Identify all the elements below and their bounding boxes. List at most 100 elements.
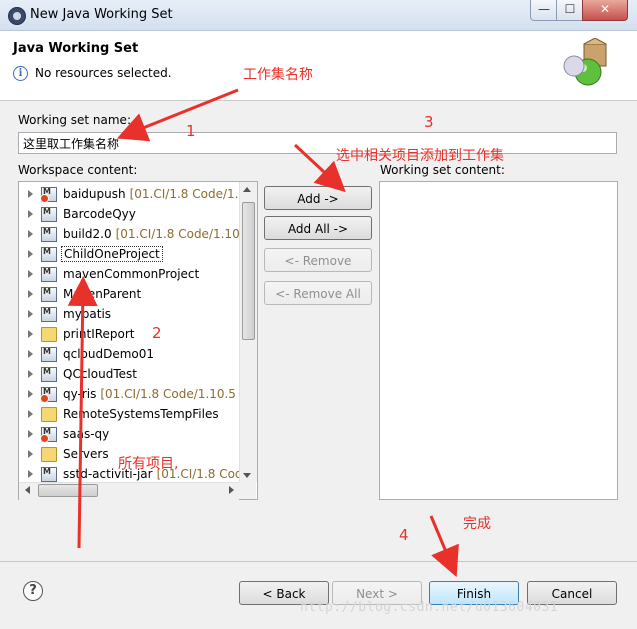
eclipse-icon [8, 7, 26, 25]
tree-item-label: mybatis [63, 307, 111, 321]
tree-item-label: Servers [63, 447, 109, 461]
annotation-1-number: 1 [186, 122, 196, 140]
tree-item[interactable]: BarcodeQyy [19, 205, 241, 225]
tree-item[interactable]: ChildOneProject [19, 245, 241, 265]
expand-arrow-icon[interactable] [28, 370, 33, 378]
project-name: saas-qy [63, 427, 110, 441]
project-icon [41, 207, 57, 222]
project-icon [41, 267, 57, 282]
project-name: mavenCommonProject [63, 267, 200, 281]
annotation-4-number: 4 [399, 526, 409, 544]
annotation-2-text: 所有项目, [118, 456, 179, 472]
tree-item[interactable]: mybatis [19, 305, 241, 325]
workspace-content-label: Workspace content: [18, 163, 138, 177]
expand-arrow-icon[interactable] [28, 270, 33, 278]
remove-button[interactable]: <- Remove [264, 248, 372, 272]
info-icon: i [13, 66, 28, 81]
annotation-1-text: 工作集名称 [243, 67, 313, 83]
add-all-button[interactable]: Add All -> [264, 216, 372, 240]
tree-item-label: build2.0 [01.CI/1.8 Code/1.10.5 [63, 227, 251, 241]
annotation-4-text: 完成 [463, 516, 491, 532]
tree-item-label: saas-qy [63, 427, 109, 441]
project-icon [41, 307, 57, 322]
project-decoration: [01.CI/1.8 Code/1.1 [129, 187, 247, 201]
working-set-banner-icon [563, 38, 607, 86]
project-name: ChildOneProject [64, 247, 160, 261]
tree-item[interactable]: RemoteSystemsTempFiles [19, 405, 241, 425]
tree-item[interactable]: mavenCommonProject [19, 265, 241, 285]
annotation-3-text: 选中相关项目添加到工作集 [336, 148, 504, 164]
tree-item-label: QCcloudTest [63, 367, 137, 381]
working-set-name-label: Working set name: [18, 113, 131, 127]
horizontal-scroll-thumb[interactable] [38, 484, 98, 497]
annotation-3-number: 3 [424, 113, 434, 131]
working-set-content-list[interactable] [379, 181, 618, 500]
expand-arrow-icon[interactable] [28, 430, 33, 438]
header-message: No resources selected. [35, 66, 172, 80]
expand-arrow-icon[interactable] [28, 350, 33, 358]
project-icon [40, 387, 57, 403]
project-icon [40, 427, 57, 443]
expand-arrow-icon[interactable] [28, 250, 33, 258]
folder-icon [41, 327, 57, 342]
tree-item-label: mavenCommonProject [63, 267, 199, 281]
working-set-name-input[interactable] [18, 132, 617, 154]
project-name: baidupush [63, 187, 126, 201]
add-button[interactable]: Add -> [264, 186, 372, 210]
scroll-up-icon[interactable] [243, 187, 251, 192]
tree-item-label: baidupush [01.CI/1.8 Code/1.1 [63, 187, 246, 201]
maximize-button[interactable]: ☐ [556, 0, 584, 21]
project-icon [41, 287, 57, 302]
minimize-button[interactable]: — [530, 0, 558, 21]
vertical-scroll-thumb[interactable] [242, 202, 255, 340]
scroll-left-icon[interactable] [25, 486, 30, 494]
tree-item[interactable]: build2.0[01.CI/1.8 Code/1.10.5 [19, 225, 251, 245]
expand-arrow-icon[interactable] [28, 450, 33, 458]
close-button[interactable]: ✕ [582, 0, 628, 21]
tree-item-label: printIReport [63, 327, 135, 341]
tree-item-label: qcloudDemo01 [63, 347, 154, 361]
expand-arrow-icon[interactable] [28, 290, 33, 298]
tree-item[interactable]: MavenParent [19, 285, 241, 305]
scroll-right-icon[interactable] [229, 486, 234, 494]
page-title: Java Working Set [13, 41, 139, 56]
working-set-content-label: Working set content: [380, 163, 505, 177]
project-name: BarcodeQyy [63, 207, 136, 221]
project-icon [41, 247, 57, 262]
project-name: Servers [63, 447, 109, 461]
tree-item-label: MavenParent [63, 287, 141, 301]
project-name: MavenParent [63, 287, 142, 301]
expand-arrow-icon[interactable] [28, 410, 33, 418]
scroll-down-icon[interactable] [243, 473, 251, 478]
folder-icon [41, 407, 57, 422]
expand-arrow-icon[interactable] [28, 330, 33, 338]
tree-item[interactable]: qy-ris[01.CI/1.8 Code/1.10.5 J [19, 385, 243, 405]
project-icon [41, 367, 57, 382]
project-name: qy-ris [63, 387, 97, 401]
tree-item[interactable]: qcloudDemo01 [19, 345, 241, 365]
watermark: http://blog.csdn.net/u013604031 [300, 600, 559, 615]
folder-icon [41, 447, 57, 462]
tree-item-label: BarcodeQyy [63, 207, 136, 221]
tree-item[interactable]: QCcloudTest [19, 365, 241, 385]
project-name: RemoteSystemsTempFiles [63, 407, 219, 421]
expand-arrow-icon[interactable] [28, 310, 33, 318]
project-icon [41, 467, 57, 482]
tree-item[interactable]: baidupush[01.CI/1.8 Code/1.1 [19, 185, 246, 205]
project-decoration: [01.CI/1.8 Code/1.10.5 [115, 227, 252, 241]
remove-all-button[interactable]: <- Remove All [264, 281, 372, 305]
project-name: mybatis [63, 307, 112, 321]
project-icon [40, 187, 57, 203]
tree-item[interactable]: printIReport [19, 325, 241, 345]
tree-item[interactable]: saas-qy [19, 425, 241, 445]
help-icon[interactable]: ? [23, 581, 43, 601]
project-name: build2.0 [63, 227, 112, 241]
expand-arrow-icon[interactable] [28, 390, 33, 398]
expand-arrow-icon[interactable] [28, 190, 33, 198]
expand-arrow-icon[interactable] [28, 470, 33, 478]
window-title: New Java Working Set [30, 7, 173, 22]
expand-arrow-icon[interactable] [28, 230, 33, 238]
scroll-corner [239, 482, 256, 499]
expand-arrow-icon[interactable] [28, 210, 33, 218]
project-icon [41, 347, 57, 362]
